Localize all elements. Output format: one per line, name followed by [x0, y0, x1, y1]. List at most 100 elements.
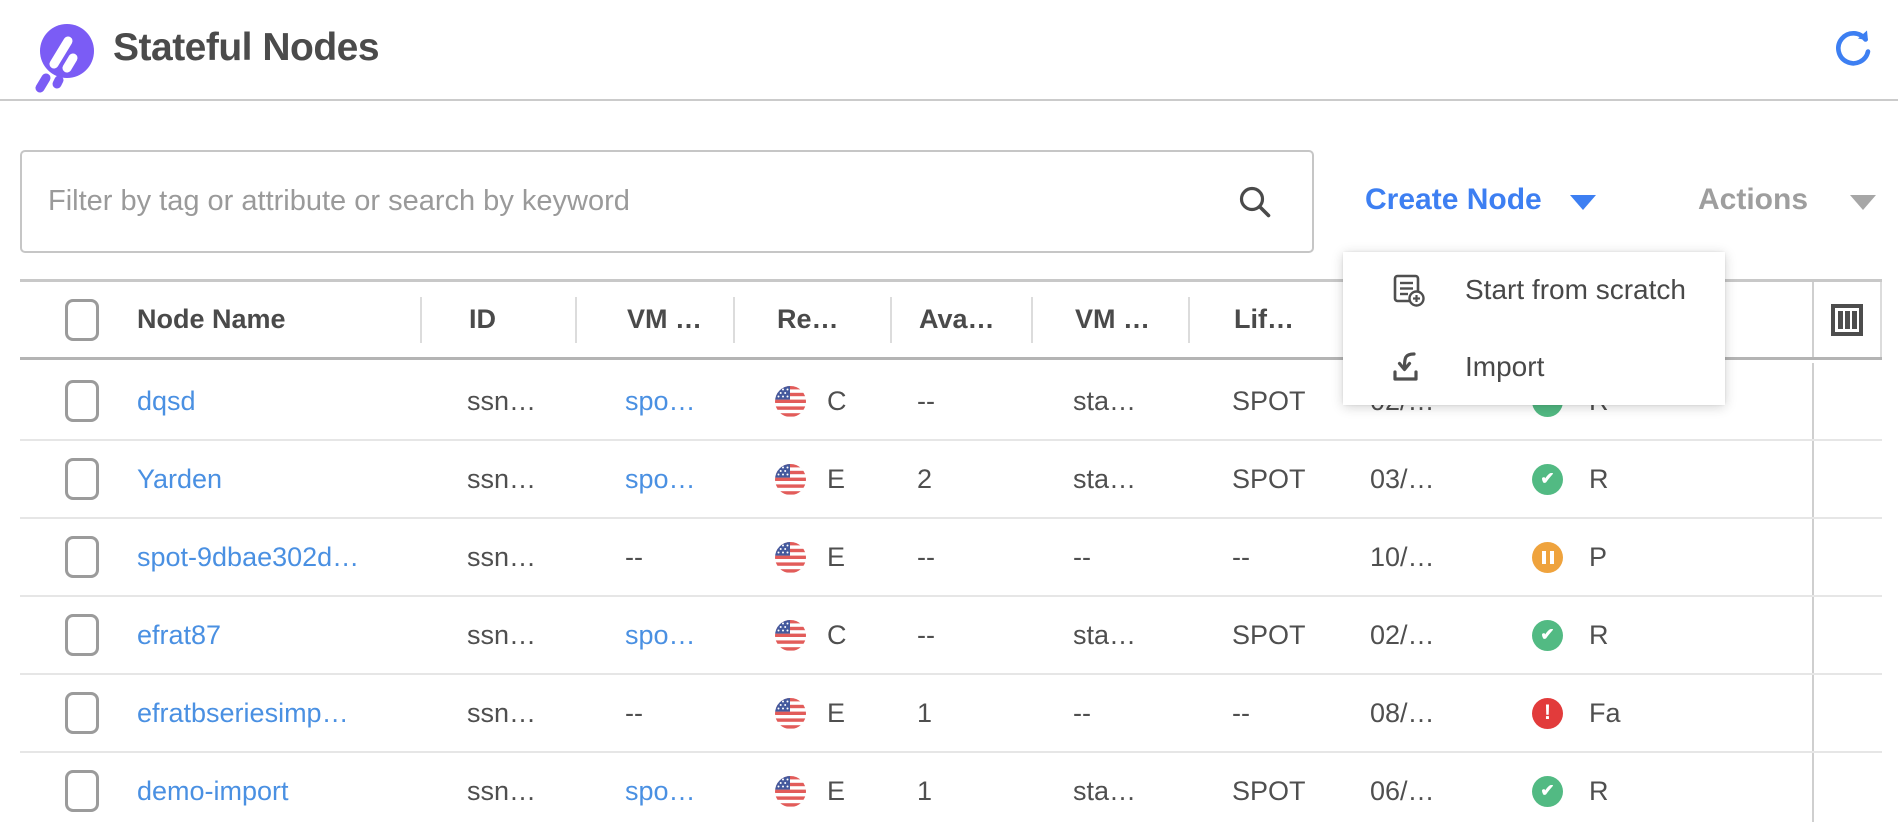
node-id: ssn…: [467, 542, 536, 573]
table-row: demo-import ssn… spo… E 1 sta… SPOT 06/……: [20, 753, 1882, 822]
row-checkbox[interactable]: [65, 770, 99, 812]
status-text: R: [1589, 620, 1631, 651]
row-checkbox[interactable]: [65, 614, 99, 656]
us-flag-icon: [775, 464, 806, 495]
lifecycle-value: --: [1232, 698, 1250, 729]
vm-size-value: sta…: [1073, 620, 1136, 651]
vm-link[interactable]: spo…: [625, 620, 696, 651]
row-checkbox[interactable]: [65, 380, 99, 422]
region-value: E: [827, 464, 845, 495]
column-header-region[interactable]: Re…: [733, 297, 890, 343]
import-icon: [1389, 348, 1427, 386]
us-flag-icon: [775, 698, 806, 729]
status-text: R: [1589, 776, 1631, 807]
chevron-down-icon: [1570, 195, 1596, 210]
us-flag-icon: [775, 620, 806, 651]
title-bar: Stateful Nodes: [0, 0, 1898, 101]
node-id: ssn…: [467, 386, 536, 417]
status-icon: [1532, 542, 1563, 573]
us-flag-icon: [775, 386, 806, 417]
table-row: efratbseriesimp… ssn… -- E 1 -- -- 08/… …: [20, 675, 1882, 753]
filter-input-wrapper: [20, 150, 1314, 253]
node-id: ssn…: [467, 776, 536, 807]
column-header-id[interactable]: ID: [420, 297, 575, 343]
node-name-link[interactable]: demo-import: [137, 776, 289, 807]
availability-value: --: [917, 386, 935, 417]
status-text: Fa: [1589, 698, 1631, 729]
lifecycle-value: SPOT: [1232, 776, 1306, 807]
vm-link[interactable]: spo…: [625, 386, 696, 417]
node-id: ssn…: [467, 464, 536, 495]
create-node-button[interactable]: Create Node: [1365, 175, 1596, 225]
date-value: 10/…: [1370, 542, 1435, 573]
spot-logo-icon: [36, 22, 98, 96]
availability-value: 1: [917, 698, 932, 729]
node-name-link[interactable]: efrat87: [137, 620, 221, 651]
refresh-icon[interactable]: [1832, 26, 1874, 68]
node-id: ssn…: [467, 620, 536, 651]
region-value: C: [827, 620, 847, 651]
date-value: 06/…: [1370, 776, 1435, 807]
node-name-link[interactable]: dqsd: [137, 386, 196, 417]
lifecycle-value: SPOT: [1232, 386, 1306, 417]
status-icon: [1532, 776, 1563, 807]
lifecycle-value: SPOT: [1232, 620, 1306, 651]
region-value: E: [827, 698, 845, 729]
row-checkbox[interactable]: [65, 536, 99, 578]
document-add-icon: [1389, 271, 1427, 309]
column-header-vm-2[interactable]: VM …: [1031, 297, 1188, 343]
status-icon: [1532, 698, 1563, 729]
column-header-vm[interactable]: VM …: [575, 297, 733, 343]
page-title: Stateful Nodes: [113, 26, 379, 70]
region-value: E: [827, 542, 845, 573]
node-name-link[interactable]: Yarden: [137, 464, 222, 495]
date-value: 08/…: [1370, 698, 1435, 729]
columns-picker-icon[interactable]: [1829, 302, 1865, 338]
row-checkbox[interactable]: [65, 458, 99, 500]
search-icon: [1236, 183, 1274, 221]
filter-input[interactable]: [20, 150, 1314, 253]
lifecycle-value: SPOT: [1232, 464, 1306, 495]
row-checkbox[interactable]: [65, 692, 99, 734]
us-flag-icon: [775, 542, 806, 573]
availability-value: 1: [917, 776, 932, 807]
menu-item-start-from-scratch[interactable]: Start from scratch: [1343, 252, 1725, 329]
date-value: 03/…: [1370, 464, 1435, 495]
vm-size-value: --: [1073, 542, 1091, 573]
column-header-node-name[interactable]: Node Name: [120, 297, 420, 343]
menu-item-label: Import: [1465, 351, 1544, 383]
availability-value: 2: [917, 464, 932, 495]
lifecycle-value: --: [1232, 542, 1250, 573]
table-row: efrat87 ssn… spo… C -- sta… SPOT 02/… R: [20, 597, 1882, 675]
menu-item-import[interactable]: Import: [1343, 329, 1725, 406]
vm-size-value: sta…: [1073, 464, 1136, 495]
node-name-link[interactable]: spot-9dbae302d…: [137, 542, 359, 573]
node-name-link[interactable]: efratbseriesimp…: [137, 698, 349, 729]
chevron-down-icon: [1850, 195, 1876, 210]
column-header-availability[interactable]: Ava…: [890, 297, 1031, 343]
region-value: E: [827, 776, 845, 807]
availability-value: --: [917, 542, 935, 573]
region-value: C: [827, 386, 847, 417]
menu-item-label: Start from scratch: [1465, 274, 1686, 306]
actions-button[interactable]: Actions: [1698, 175, 1876, 225]
vm-link[interactable]: spo…: [625, 464, 696, 495]
us-flag-icon: [775, 776, 806, 807]
vm-size-value: sta…: [1073, 776, 1136, 807]
column-header-lifecycle[interactable]: Lif…: [1188, 297, 1345, 343]
actions-label: Actions: [1698, 183, 1808, 217]
date-value: 02/…: [1370, 620, 1435, 651]
vm-link[interactable]: spo…: [625, 776, 696, 807]
status-text: R: [1589, 464, 1631, 495]
table-row: spot-9dbae302d… ssn… -- E -- -- -- 10/… …: [20, 519, 1882, 597]
vm-link[interactable]: --: [625, 542, 643, 573]
status-icon: [1532, 464, 1563, 495]
select-all-checkbox[interactable]: [65, 299, 99, 341]
availability-value: --: [917, 620, 935, 651]
vm-link[interactable]: --: [625, 698, 643, 729]
vm-size-value: --: [1073, 698, 1091, 729]
vm-size-value: sta…: [1073, 386, 1136, 417]
node-id: ssn…: [467, 698, 536, 729]
status-text: P: [1589, 542, 1631, 573]
table-body: dqsd ssn… spo… C -- sta… SPOT 02/… R Yar…: [20, 363, 1882, 822]
